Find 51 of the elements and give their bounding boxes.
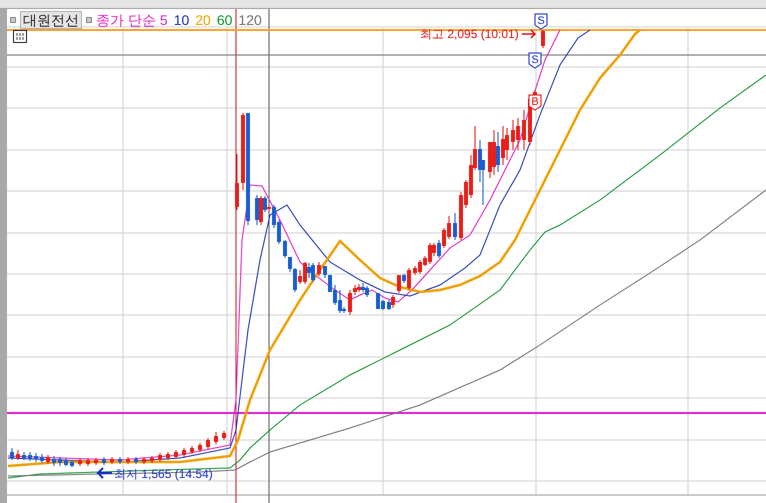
table-icon[interactable] [13,30,27,43]
candlestick [58,456,62,466]
candlestick [190,446,194,454]
legend-period: 5 [160,12,168,28]
candlestick [34,452,38,462]
candlestick [40,454,44,464]
candlestick [198,442,202,452]
legend-period: 120 [238,12,262,28]
signal-marker: S [528,52,542,69]
candlestick [126,456,130,464]
candlestick [522,110,526,150]
candlestick [70,460,74,468]
candlestick [86,458,90,466]
candlestick [102,456,106,466]
legend-period: 20 [195,12,211,28]
high-price-label: 최고 2,095 (10:01) [420,27,519,41]
candlestick [214,432,218,444]
signal-marker: S [534,14,548,30]
candlestick [64,458,68,466]
candlestick [174,450,178,460]
candlestick [453,212,457,240]
candlestick [28,452,32,462]
candlestick [16,450,20,460]
stock-name-button[interactable]: 대원전선 [20,11,82,29]
square-icon [86,17,92,23]
candlestick [134,456,138,464]
candlestick [10,448,14,460]
candlestick [46,454,50,464]
candlestick [222,430,226,440]
candlestick [541,30,545,48]
arrow-icon [521,29,536,39]
candlestick [158,452,162,462]
candlestick [206,438,210,450]
candlestick [235,154,239,210]
candlestick [150,456,154,464]
legend-period: 60 [216,12,232,28]
candlestick [182,448,186,458]
legend-period: 10 [174,12,190,28]
candlestick [22,452,26,460]
arrow-icon [96,467,113,479]
candlestick [52,456,56,466]
candlestick [78,458,82,466]
candlestick [94,458,98,466]
candlestick [142,456,146,464]
candlestick [118,456,122,464]
candlestick [166,452,170,460]
square-icon [10,17,16,23]
legend-label: 종가 단순 [96,12,156,28]
candlestick [317,262,321,276]
signal-marker: B [528,94,542,111]
candlestick [110,456,114,464]
